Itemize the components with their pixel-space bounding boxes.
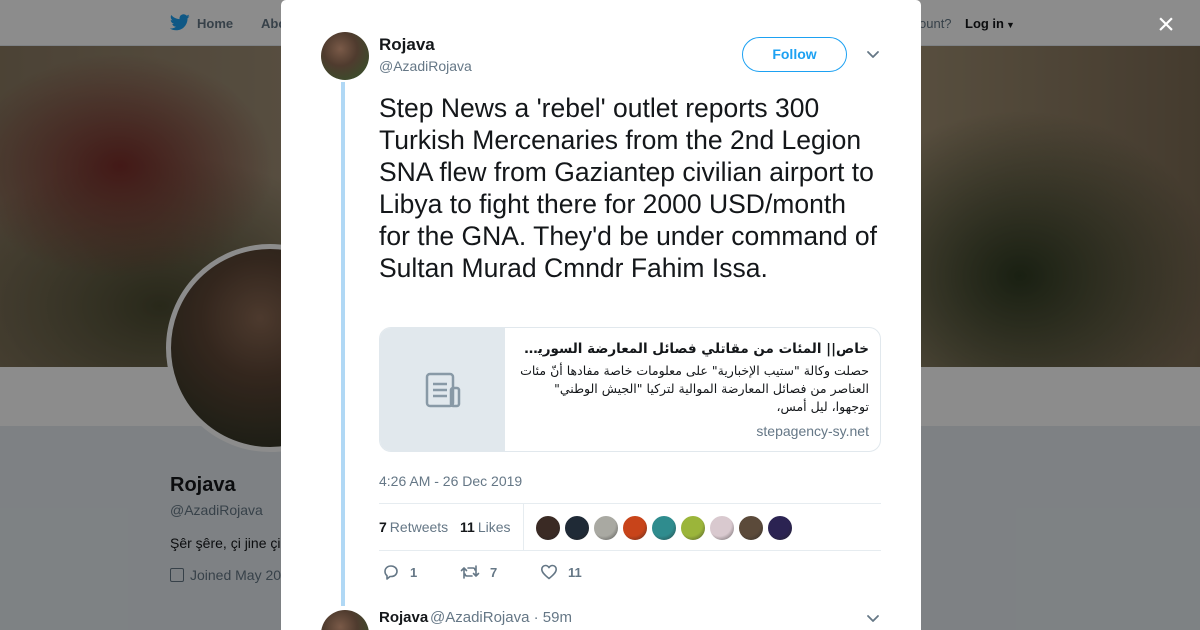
reply-avatar[interactable] (321, 610, 369, 630)
liker-avatar-8[interactable] (738, 515, 764, 541)
tweet-actions: 1 7 11 (379, 560, 881, 584)
reply-author-name[interactable]: Rojava (379, 609, 428, 626)
document-icon (425, 372, 461, 408)
follow-button[interactable]: Follow (742, 37, 847, 72)
liker-avatar-2[interactable] (564, 515, 590, 541)
link-card[interactable]: خاص|| المئات من مقاتلي فصائل المعارضة ال… (379, 327, 881, 452)
reply-icon (384, 565, 398, 580)
author-name[interactable]: Rojava (379, 35, 435, 55)
author-avatar[interactable] (321, 32, 369, 80)
like-action[interactable]: 11 (540, 563, 582, 581)
liker-avatar-6[interactable] (680, 515, 706, 541)
liker-avatar-1[interactable] (535, 515, 561, 541)
card-description: حصلت وكالة "ستيب الإخبارية" على معلومات … (520, 363, 869, 414)
card-title: خاص|| المئات من مقاتلي فصائل المعارضة ال… (517, 341, 869, 357)
retweet-icon (460, 565, 480, 579)
reply-action[interactable]: 1 (382, 563, 417, 581)
liker-avatar-5[interactable] (651, 515, 677, 541)
card-image (380, 328, 505, 451)
tweet-text: Step News a 'rebel' outlet reports 300 T… (379, 93, 878, 283)
retweets-count: 7 (379, 519, 387, 535)
liker-avatar-9[interactable] (767, 515, 793, 541)
tweet-stats: 7 Retweets 11 Likes (379, 503, 881, 551)
like-count: 11 (568, 565, 582, 580)
chevron-down-icon[interactable] (865, 610, 881, 626)
thread-line (341, 82, 345, 606)
likes-count: 11 (460, 519, 475, 535)
card-domain: stepagency-sy.net (756, 423, 869, 439)
likes-stat[interactable]: 11 Likes (460, 519, 511, 535)
stats-divider (523, 504, 524, 550)
liker-avatar-4[interactable] (622, 515, 648, 541)
retweets-stat[interactable]: 7 Retweets (379, 519, 448, 535)
liker-avatar-7[interactable] (709, 515, 735, 541)
author-handle[interactable]: @AzadiRojava (379, 58, 472, 74)
reply-handle-time[interactable]: @AzadiRojava · 59m (430, 609, 572, 626)
chevron-down-icon[interactable] (865, 46, 881, 62)
tweet-modal: Rojava @AzadiRojava Follow Step News a '… (281, 0, 921, 630)
liker-avatar-3[interactable] (593, 515, 619, 541)
tweet-timestamp[interactable]: 4:26 AM - 26 Dec 2019 (379, 473, 522, 489)
heart-icon (541, 564, 557, 580)
reply-count: 1 (410, 565, 418, 580)
retweet-count: 7 (490, 565, 498, 580)
retweet-action[interactable]: 7 (460, 563, 497, 581)
close-icon[interactable]: × (1152, 10, 1180, 40)
retweets-label: Retweets (389, 519, 449, 535)
card-body: خاص|| المئات من مقاتلي فصائل المعارضة ال… (505, 328, 880, 451)
likes-label: Likes (477, 519, 511, 535)
